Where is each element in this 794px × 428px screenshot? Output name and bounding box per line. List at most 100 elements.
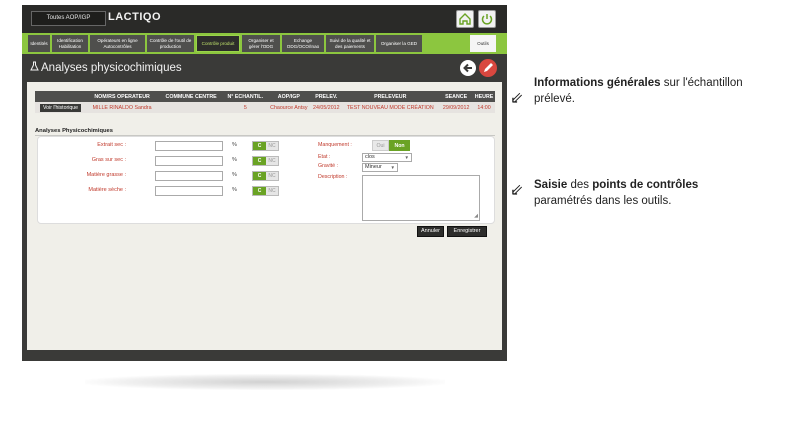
unit-label: %: [232, 157, 237, 163]
annotation-info-line2: prélevé.: [534, 93, 575, 105]
analysis-form-panel: Extrait sec : % C NC Gras sur sec : % C NC…: [37, 136, 495, 224]
nav-item-controle-produit[interactable]: Contrôle produit: [196, 35, 240, 52]
nav-item-identites[interactable]: Identités: [28, 35, 50, 52]
field-label: Extrait sec :: [97, 142, 126, 148]
column-header: [35, 91, 86, 102]
column-header: N° ECHANTIL.: [224, 91, 267, 102]
unit-label: %: [232, 172, 237, 178]
column-header: HEURE: [473, 91, 495, 102]
field-label: Matière grasse :: [86, 172, 126, 178]
table-row: Voir l'historique MILLE RINALDO Sandra 5…: [35, 102, 495, 113]
echantil-cell: 5: [224, 102, 267, 113]
page-title: Analyses physicochimiques: [30, 61, 182, 74]
manquement-toggle[interactable]: Oui Non: [372, 140, 410, 151]
nav-item-organiser-odg[interactable]: Organiser et gérer l'ODG: [242, 35, 280, 52]
nc-option[interactable]: NC: [266, 157, 278, 165]
preleveur-cell: TEST NOUVEAU MODE CRÉATION: [341, 102, 440, 113]
nav-item-suivi-qualite[interactable]: Suivi de la qualité et des paiements: [326, 35, 374, 52]
gras-sur-sec-input[interactable]: [155, 156, 223, 166]
annotation-arrow-icon: ⇙: [510, 182, 524, 199]
history-button[interactable]: Voir l'historique: [39, 103, 81, 112]
description-textarea[interactable]: ◢: [362, 175, 480, 221]
annotation-info-bold: Informations générales: [534, 77, 661, 89]
nav-item-operateurs[interactable]: Opérateurs en ligne Autocontrôles: [90, 35, 145, 52]
resize-grip-icon[interactable]: ◢: [474, 213, 478, 219]
app-brand: LACTIQO: [108, 11, 161, 23]
unit-label: %: [232, 142, 237, 148]
history-cell: Voir l'historique: [35, 102, 86, 113]
extrait-sec-input[interactable]: [155, 141, 223, 151]
annotation-saisie-bold: Saisie: [534, 179, 568, 191]
c-option[interactable]: C: [253, 142, 266, 150]
nav-item-organiser-ged[interactable]: Organiser la GED: [376, 35, 422, 52]
chevron-down-icon: ▼: [390, 165, 395, 170]
annotation-arrow-icon: ⇙: [510, 90, 524, 107]
home-icon[interactable]: [456, 10, 474, 28]
chevron-down-icon: ▼: [404, 155, 409, 160]
window-shadow: [85, 374, 445, 390]
description-label: Description :: [318, 174, 348, 180]
unit-label: %: [232, 187, 237, 193]
nc-option[interactable]: NC: [266, 172, 278, 180]
annotation-saisie-mid: des: [567, 179, 593, 191]
flask-icon: [30, 61, 39, 74]
aop-cell: Chaource Antsy: [266, 102, 312, 113]
nc-option[interactable]: NC: [266, 142, 278, 150]
outils-button[interactable]: Outils: [470, 35, 496, 52]
prelev-cell: 24/05/2012: [311, 102, 342, 113]
power-icon[interactable]: [478, 10, 496, 28]
matiere-grasse-toggle[interactable]: C NC: [252, 171, 279, 181]
gravite-value: Mineur: [365, 164, 382, 170]
title-bar: Analyses physicochimiques: [22, 54, 507, 82]
edit-icon[interactable]: [479, 59, 497, 77]
nav-item-identification[interactable]: Identification Habilitation: [52, 35, 88, 52]
c-option[interactable]: C: [253, 187, 266, 195]
annotation-saisie-bold2: points de contrôles: [592, 179, 699, 191]
top-bar: Toutes AOP/IGP LACTIQO: [22, 5, 507, 33]
gravite-select[interactable]: Mineur ▼: [362, 163, 398, 172]
extrait-sec-toggle[interactable]: C NC: [252, 141, 279, 151]
gravite-label: Gravité :: [318, 163, 339, 169]
gras-sur-sec-toggle[interactable]: C NC: [252, 156, 279, 166]
back-arrow-icon[interactable]: [460, 60, 476, 76]
column-header: COMMUNE CENTRE: [158, 91, 225, 102]
nav-item-echange[interactable]: Echange ODG/OCO/Inao: [282, 35, 324, 52]
manquement-label: Manquement :: [318, 142, 352, 148]
heure-cell: 14:00: [473, 102, 495, 113]
etat-select[interactable]: clos ▼: [362, 153, 412, 162]
main-navigation: Identités Identification Habilitation Op…: [22, 33, 507, 54]
column-header: NOM/RS OPERATEUR: [85, 91, 159, 102]
page-title-text: Analyses physicochimiques: [41, 62, 182, 74]
app-window: Toutes AOP/IGP LACTIQO Identités Identif…: [22, 5, 507, 361]
matiere-grasse-input[interactable]: [155, 171, 223, 181]
c-option[interactable]: C: [253, 172, 266, 180]
commune-cell: [158, 102, 225, 113]
operator-cell: MILLE RINALDO Sandra: [85, 102, 159, 113]
c-option[interactable]: C: [253, 157, 266, 165]
seance-cell: 29/09/2012: [439, 102, 474, 113]
column-header: SEANCE: [439, 91, 474, 102]
matiere-seche-toggle[interactable]: C NC: [252, 186, 279, 196]
etat-label: Etat :: [318, 154, 331, 160]
column-header: PRELEVEUR: [341, 91, 440, 102]
etat-value: clos: [365, 154, 375, 160]
manquement-non[interactable]: Non: [389, 140, 410, 151]
column-header: PRELEV.: [311, 91, 342, 102]
field-label: Matière sèche :: [88, 187, 126, 193]
annotation-info-rest: sur l'échantillon: [660, 77, 743, 89]
nav-item-controle-outil[interactable]: Contrôle de l'outil de production: [147, 35, 194, 52]
column-header: AOP/IGP: [266, 91, 312, 102]
sample-info-table: NOM/RS OPERATEUR COMMUNE CENTRE N° ECHAN…: [35, 91, 495, 113]
matiere-seche-input[interactable]: [155, 186, 223, 196]
annotation-saisie-line2: paramétrés dans les outils.: [534, 195, 672, 207]
aop-selector-button[interactable]: Toutes AOP/IGP: [31, 11, 106, 26]
main-content: Analyses physicochimiques NOM/RS OPERATE…: [22, 54, 507, 350]
enregistrer-button[interactable]: Enregistrer: [447, 226, 487, 237]
annuler-button[interactable]: Annuler: [417, 226, 444, 237]
annotation-saisie: Saisie des points de contrôles paramétré…: [534, 177, 698, 209]
annotation-info: Informations générales sur l'échantillon…: [534, 75, 743, 107]
section-title: Analyses Physicochimiques: [35, 128, 113, 134]
nc-option[interactable]: NC: [266, 187, 278, 195]
table-header-row: NOM/RS OPERATEUR COMMUNE CENTRE N° ECHAN…: [35, 91, 495, 102]
manquement-oui[interactable]: Oui: [372, 140, 389, 151]
